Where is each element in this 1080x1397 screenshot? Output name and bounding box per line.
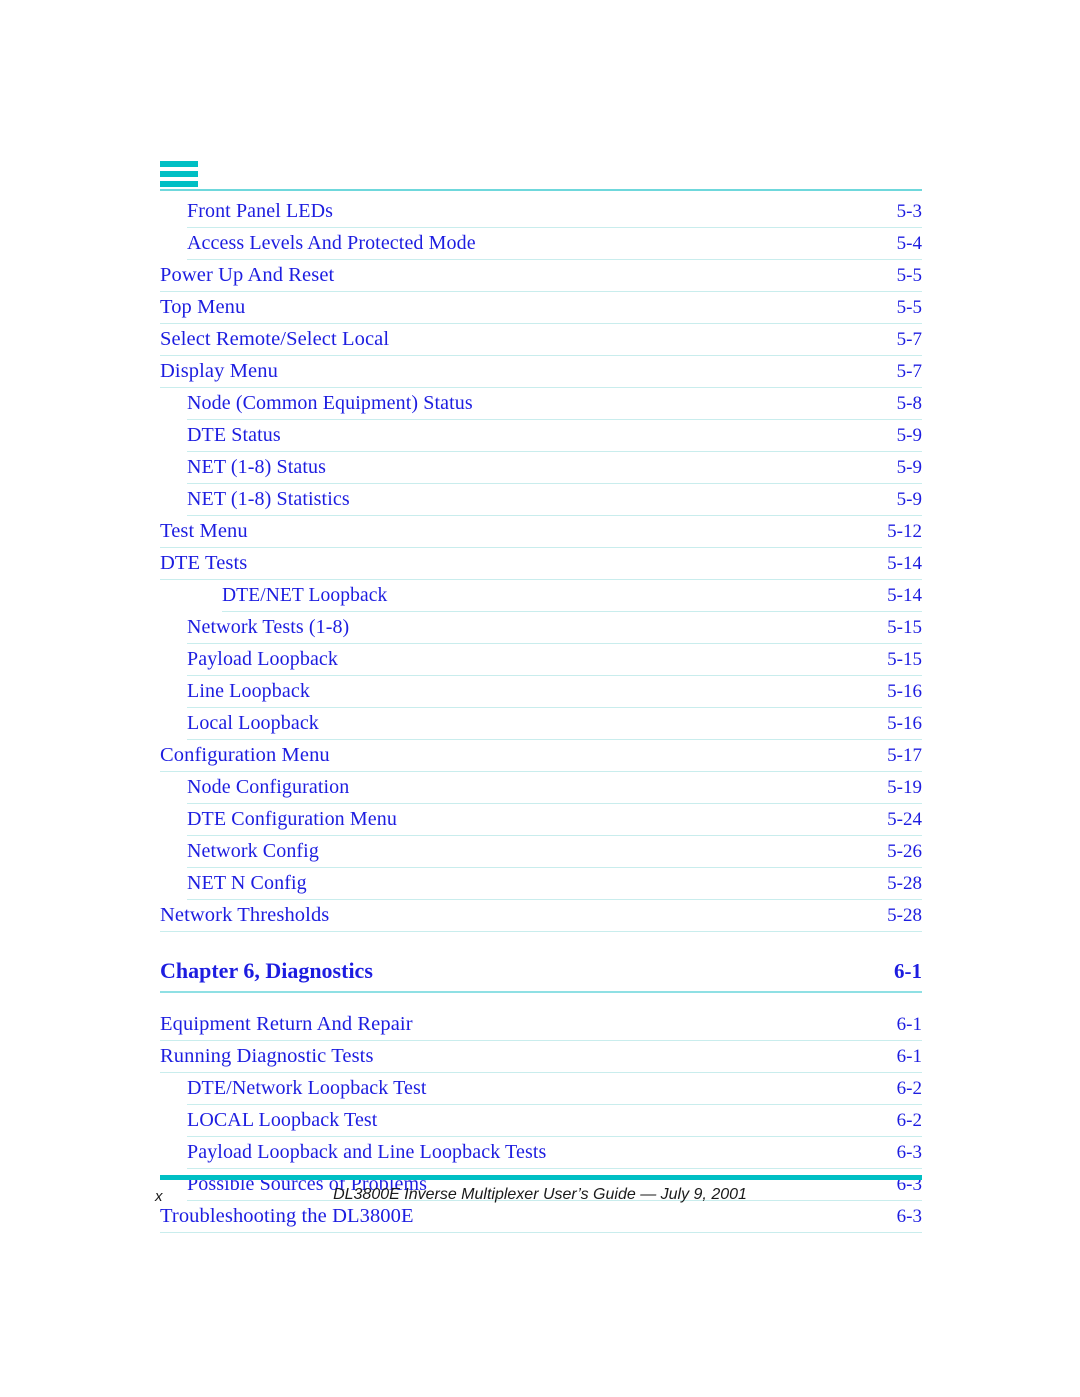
toc-entry-label: Test Menu xyxy=(160,520,248,542)
toc-entry[interactable]: Network Tests (1-8) 5-15 xyxy=(187,612,922,644)
toc-entry-label: Top Menu xyxy=(160,296,246,318)
toc-entry-page: 5-5 xyxy=(896,265,922,286)
toc-entry-label: Select Remote/Select Local xyxy=(160,328,390,350)
toc-entry-label: Local Loopback xyxy=(187,712,319,734)
toc-entry-page: 5-9 xyxy=(896,457,922,478)
toc-entry-label: Configuration Menu xyxy=(160,744,330,766)
toc-section-chapter5: Front Panel LEDs 5-3 Access Levels And Pro… xyxy=(160,196,922,932)
toc-entry[interactable]: Node Configuration 5-19 xyxy=(187,772,922,804)
toc-entry-label: Node Configuration xyxy=(187,776,350,798)
toc-entry[interactable]: DTE/Network Loopback Test 6-2 xyxy=(187,1073,922,1105)
toc-entry-label: Network Config xyxy=(187,840,319,862)
toc-entry-page: 5-4 xyxy=(896,233,922,254)
toc-entry-page: 6-1 xyxy=(896,1014,922,1035)
toc-entry[interactable]: DTE Configuration Menu 5-24 xyxy=(187,804,922,836)
mark-bar-1 xyxy=(160,161,198,167)
toc-entry[interactable]: NET (1-8) Status 5-9 xyxy=(187,452,922,484)
toc-entry-page: 5-16 xyxy=(887,713,922,734)
mark-bar-3 xyxy=(160,181,198,187)
page-footer: x DL3800E Inverse Multiplexer User’s Gui… xyxy=(155,1184,925,1214)
toc-entry[interactable]: Access Levels And Protected Mode 5-4 xyxy=(187,228,922,260)
toc-entry-page: 5-28 xyxy=(887,873,922,894)
toc-chapter-label: Chapter 6, Diagnostics xyxy=(160,958,373,983)
toc-entry[interactable]: Test Menu 5-12 xyxy=(160,516,922,548)
toc-entry-page: 5-15 xyxy=(887,649,922,670)
toc-chapter-page: 6-1 xyxy=(894,959,922,983)
toc-entry-label: Node (Common Equipment) Status xyxy=(187,392,473,414)
toc-entry-label: NET (1-8) Status xyxy=(187,456,326,478)
toc-entry[interactable]: Node (Common Equipment) Status 5-8 xyxy=(187,388,922,420)
toc-entry-page: 5-7 xyxy=(896,361,922,382)
toc-entry[interactable]: Top Menu 5-5 xyxy=(160,292,922,324)
toc-entry-label: DTE/Network Loopback Test xyxy=(187,1077,427,1099)
toc-entry-page: 5-9 xyxy=(896,425,922,446)
toc-entry[interactable]: Front Panel LEDs 5-3 xyxy=(187,196,922,228)
footer-rule xyxy=(160,1175,922,1180)
toc-entry-label: Payload Loopback xyxy=(187,648,339,670)
toc-entry[interactable]: Line Loopback 5-16 xyxy=(187,676,922,708)
toc-entry-page: 5-12 xyxy=(887,521,922,542)
toc-entry[interactable]: Configuration Menu 5-17 xyxy=(160,740,922,772)
toc-entry-label: Network Tests (1-8) xyxy=(187,616,350,638)
toc-entry-page: 5-17 xyxy=(887,745,922,766)
toc-entry-page: 5-24 xyxy=(887,809,922,830)
toc-entry-label: Running Diagnostic Tests xyxy=(160,1045,374,1067)
toc-entry-page: 6-2 xyxy=(896,1078,922,1099)
toc-entry-label: DTE/NET Loopback xyxy=(222,585,388,606)
toc-entry[interactable]: LOCAL Loopback Test 6-2 xyxy=(187,1105,922,1137)
toc-entry-page: 5-26 xyxy=(887,841,922,862)
toc-entry-page: 5-7 xyxy=(896,329,922,350)
toc-entry-label: DTE Status xyxy=(187,424,281,446)
toc-entry[interactable]: Running Diagnostic Tests 6-1 xyxy=(160,1041,922,1073)
toc-entry-page: 5-15 xyxy=(887,617,922,638)
toc-entry[interactable]: DTE Status 5-9 xyxy=(187,420,922,452)
toc-entry-label: NET (1-8) Statistics xyxy=(187,488,350,510)
toc-entry-page: 5-28 xyxy=(887,905,922,926)
toc-entry[interactable]: NET (1-8) Statistics 5-9 xyxy=(187,484,922,516)
toc-entry-label: Display Menu xyxy=(160,360,278,382)
toc-entry[interactable]: Network Thresholds 5-28 xyxy=(160,900,922,932)
toc-entry-page: 5-5 xyxy=(896,297,922,318)
toc-entry-label: Access Levels And Protected Mode xyxy=(187,232,476,254)
toc-entry-label: Network Thresholds xyxy=(160,904,330,926)
mark-bar-2 xyxy=(160,171,198,177)
table-of-contents: Front Panel LEDs 5-3 Access Levels And Pro… xyxy=(160,196,922,1233)
toc-entry-page: 5-19 xyxy=(887,777,922,798)
toc-entry[interactable]: Power Up And Reset 5-5 xyxy=(160,260,922,292)
toc-entry[interactable]: Payload Loopback 5-15 xyxy=(187,644,922,676)
toc-entry[interactable]: DTE/NET Loopback 5-14 xyxy=(222,580,922,612)
toc-chapter-heading[interactable]: Chapter 6, Diagnostics 6-1 xyxy=(160,954,922,993)
toc-entry-page: 5-14 xyxy=(887,585,922,606)
toc-entry-label: NET N Config xyxy=(187,872,307,894)
toc-entry[interactable]: Payload Loopback and Line Loopback Tests… xyxy=(187,1137,922,1169)
toc-entry-label: Equipment Return And Repair xyxy=(160,1013,413,1035)
toc-entry-page: 5-16 xyxy=(887,681,922,702)
toc-entry-label: LOCAL Loopback Test xyxy=(187,1109,378,1131)
toc-entry-page: 5-9 xyxy=(896,489,922,510)
toc-entry-label: DTE Configuration Menu xyxy=(187,808,397,830)
toc-entry-label: DTE Tests xyxy=(160,552,248,574)
toc-entry[interactable]: Network Config 5-26 xyxy=(187,836,922,868)
toc-entry-page: 6-1 xyxy=(896,1046,922,1067)
toc-entry[interactable]: Display Menu 5-7 xyxy=(160,356,922,388)
toc-entry-label: Line Loopback xyxy=(187,680,310,702)
toc-entry[interactable]: DTE Tests 5-14 xyxy=(160,548,922,580)
toc-entry[interactable]: Select Remote/Select Local 5-7 xyxy=(160,324,922,356)
toc-entry-label: Power Up And Reset xyxy=(160,264,335,286)
toc-entry-label: Front Panel LEDs xyxy=(187,200,334,222)
toc-entry[interactable]: Equipment Return And Repair 6-1 xyxy=(160,1009,922,1041)
toc-entry[interactable]: NET N Config 5-28 xyxy=(187,868,922,900)
toc-entry-page: 5-8 xyxy=(896,393,922,414)
toc-entry-page: 6-2 xyxy=(896,1110,922,1131)
toc-entry-page: 6-3 xyxy=(896,1142,922,1163)
toc-entry[interactable]: Local Loopback 5-16 xyxy=(187,708,922,740)
footer-title: DL3800E Inverse Multiplexer User’s Guide… xyxy=(333,1186,747,1203)
document-page: Front Panel LEDs 5-3 Access Levels And Pro… xyxy=(0,0,1080,1397)
three-bar-mark-icon xyxy=(160,161,198,187)
toc-entry-page: 5-14 xyxy=(887,553,922,574)
header-rule xyxy=(160,189,922,191)
toc-entry-page: 5-3 xyxy=(896,201,922,222)
toc-entry-label: Payload Loopback and Line Loopback Tests xyxy=(187,1141,547,1163)
